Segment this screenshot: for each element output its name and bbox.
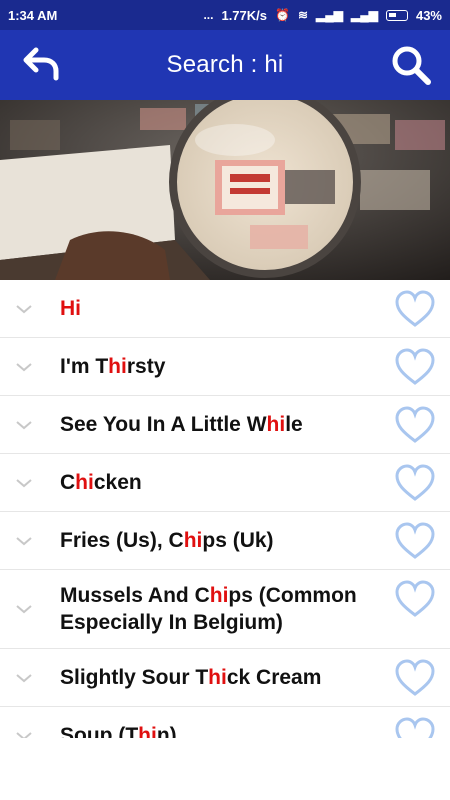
list-item[interactable]: Hi xyxy=(0,280,450,338)
status-dots: ... xyxy=(203,8,214,22)
list-item[interactable]: See You In A Little While xyxy=(0,396,450,454)
favorite-heart-icon[interactable] xyxy=(394,347,436,386)
favorite-heart-icon[interactable] xyxy=(394,658,436,697)
favorite-heart-icon[interactable] xyxy=(394,405,436,444)
app-bar: Search : hi xyxy=(0,30,450,100)
chevron-down-icon[interactable] xyxy=(14,602,34,616)
chevron-down-icon[interactable] xyxy=(14,476,34,490)
hero-image xyxy=(0,100,450,280)
result-text: See You In A Little While xyxy=(60,413,303,436)
search-button[interactable] xyxy=(390,44,432,86)
list-item[interactable]: Chicken xyxy=(0,454,450,512)
chevron-down-icon[interactable] xyxy=(14,534,34,548)
back-button[interactable] xyxy=(22,46,62,84)
chevron-down-icon[interactable] xyxy=(14,360,34,374)
page-title: Search : hi xyxy=(166,51,284,78)
list-item[interactable]: Soup (Thin) xyxy=(0,707,450,738)
result-text: Slightly Sour Thick Cream xyxy=(60,666,322,689)
wifi-icon: ≋ xyxy=(297,8,309,22)
result-text: Chicken xyxy=(60,471,142,494)
battery-percent: 43% xyxy=(415,7,442,23)
search-icon xyxy=(392,46,431,85)
favorite-heart-icon[interactable] xyxy=(394,289,436,328)
list-item[interactable]: Slightly Sour Thick Cream xyxy=(0,649,450,707)
alarm-icon: ⏰ xyxy=(275,8,290,22)
chevron-down-icon[interactable] xyxy=(14,671,34,685)
signal-icon-2: ▂▄▆ xyxy=(351,8,378,22)
result-text: Fries (Us), Chips (Uk) xyxy=(60,529,274,552)
list-item[interactable]: I'm Thirsty xyxy=(0,338,450,396)
battery-icon xyxy=(385,9,408,21)
signal-icon: ▂▄▆ xyxy=(316,8,343,22)
favorite-heart-icon[interactable] xyxy=(394,463,436,502)
status-time: 1:34 AM xyxy=(8,7,58,23)
result-text: Hi xyxy=(60,297,81,320)
chevron-down-icon[interactable] xyxy=(14,418,34,432)
result-text: I'm Thirsty xyxy=(60,355,166,378)
favorite-heart-icon[interactable] xyxy=(394,716,436,739)
result-text: Mussels And Chips (Common Especially In … xyxy=(60,584,357,634)
network-speed: 1.77K/s xyxy=(221,7,268,23)
list-item[interactable]: Fries (Us), Chips (Uk) xyxy=(0,512,450,570)
status-icons: ... 1.77K/s ⏰ ≋ ▂▄▆ ▂▄▆ 43% xyxy=(203,8,442,23)
magnifier-stamps-illustration xyxy=(0,100,450,280)
list-item[interactable]: Mussels And Chips (Common Especially In … xyxy=(0,570,450,649)
result-text: Soup (Thin) xyxy=(60,724,177,738)
favorite-heart-icon[interactable] xyxy=(394,580,436,618)
results-list: Hi I'm Thirsty See You In A Little While… xyxy=(0,280,450,738)
status-bar: 1:34 AM ... 1.77K/s ⏰ ≋ ▂▄▆ ▂▄▆ 43% xyxy=(0,0,450,30)
back-arrow-icon xyxy=(23,47,59,81)
chevron-down-icon[interactable] xyxy=(14,302,34,316)
favorite-heart-icon[interactable] xyxy=(394,521,436,560)
chevron-down-icon[interactable] xyxy=(14,729,34,739)
